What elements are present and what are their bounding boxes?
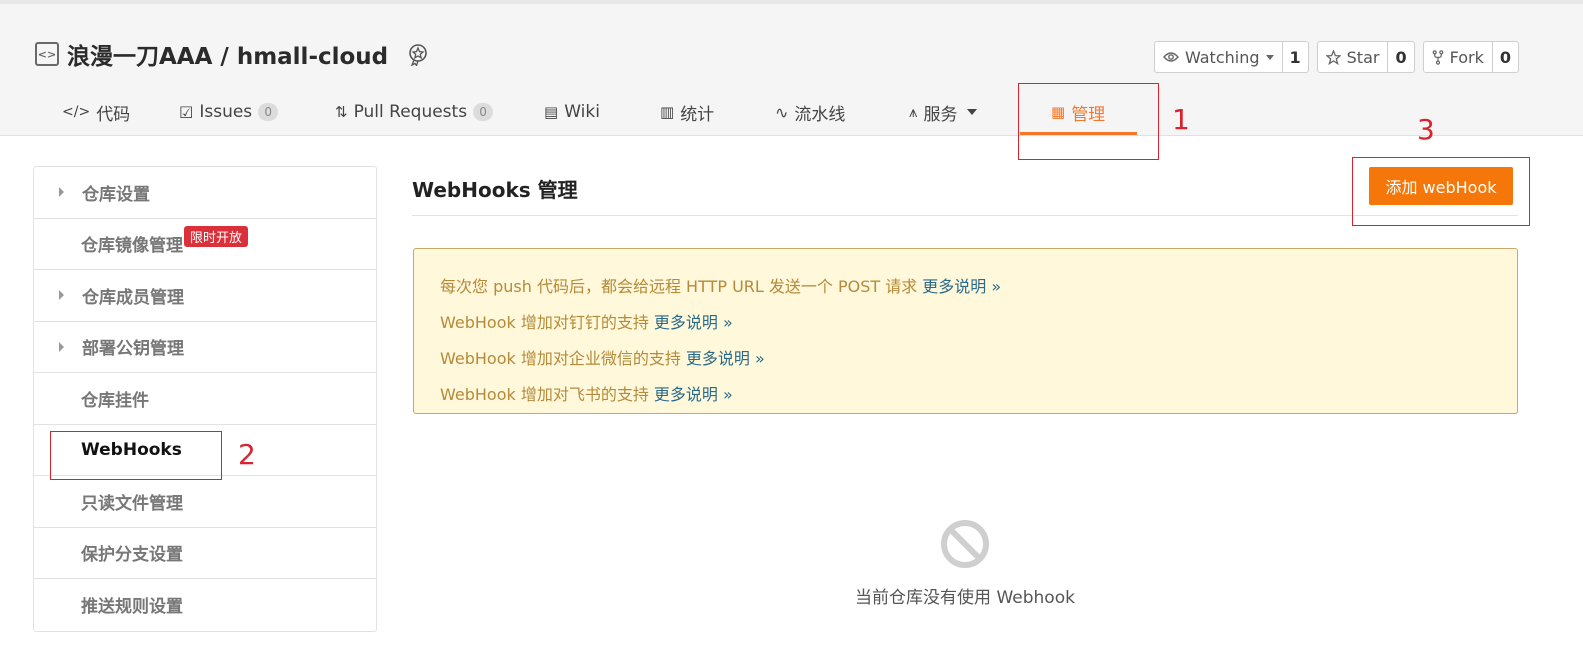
sidebar-item-members[interactable]: 仓库成员管理 (34, 270, 376, 322)
caret-right-icon (59, 187, 64, 198)
more-info-link[interactable]: 更多说明 » (654, 309, 733, 333)
info-notice: 每次您 push 代码后，都会给远程 HTTP URL 发送一个 POST 请求… (413, 248, 1518, 414)
annotation-number: 1 (1172, 103, 1190, 136)
tab-pull-requests[interactable]: ⇅ Pull Requests 0 (335, 86, 494, 138)
watch-count[interactable]: 1 (1281, 42, 1308, 72)
tab-stats-label: 统计 (680, 104, 715, 125)
info-line: WebHook 增加对飞书的支持 更多说明 » (440, 375, 1517, 411)
more-info-link[interactable]: 更多说明 » (654, 381, 733, 405)
info-line: WebHook 增加对钉钉的支持 更多说明 » (440, 303, 1517, 339)
sidebar-item-protected-branches[interactable]: 保护分支设置 (34, 528, 376, 579)
sidebar-item-widgets[interactable]: 仓库挂件 (34, 373, 376, 425)
pull-request-icon: ⇅ (335, 103, 348, 121)
tab-pipeline-label: 流水线 (794, 104, 846, 125)
sidebar-item-label: 保护分支设置 (81, 545, 183, 566)
code-square-icon: <> (35, 42, 59, 66)
tab-code-label: 代码 (96, 104, 131, 125)
settings-sidebar: 仓库设置 仓库镜像管理 限时开放 仓库成员管理 部署公钥管理 仓库挂件 WebH… (33, 166, 377, 632)
sidebar-item-label: 仓库挂件 (81, 390, 149, 411)
chart-icon: ▥ (660, 103, 675, 121)
sidebar-item-push-rules[interactable]: 推送规则设置 (34, 579, 376, 631)
sidebar-item-label: 推送规则设置 (81, 597, 183, 618)
pipeline-icon: ∿ (775, 102, 789, 122)
eye-icon (1163, 52, 1179, 62)
caret-right-icon (59, 341, 64, 352)
tab-wiki[interactable]: ▤ Wiki (544, 86, 600, 138)
watch-button[interactable]: Watching 1 (1153, 41, 1309, 73)
tab-issues-label: Issues (199, 102, 253, 122)
watch-button-main[interactable]: Watching (1155, 42, 1282, 72)
fork-button-main[interactable]: Fork (1424, 42, 1492, 72)
sidebar-item-readonly-files[interactable]: 只读文件管理 (34, 476, 376, 528)
info-text: WebHook 增加对钉钉的支持 (440, 313, 649, 332)
info-line: 每次您 push 代码后，都会给远程 HTTP URL 发送一个 POST 请求… (440, 267, 1517, 303)
star-button-main[interactable]: Star (1318, 42, 1388, 72)
annotation-box-add-webhook (1352, 157, 1530, 226)
info-text: 每次您 push 代码后，都会给远程 HTTP URL 发送一个 POST 请求 (440, 277, 918, 296)
tab-services-label: 服务 (923, 104, 958, 125)
empty-state-text: 当前仓库没有使用 Webhook (855, 588, 1075, 608)
info-line: WebHook 增加对企业微信的支持 更多说明 » (440, 339, 1517, 375)
issues-icon: ☑ (179, 102, 194, 122)
repo-actions: Watching 1 Star 0 Fork 0 (1153, 41, 1519, 73)
sidebar-item-label: 仓库镜像管理 (81, 236, 183, 257)
annotation-number: 3 (1417, 113, 1435, 146)
annotation-box-webhooks (50, 431, 222, 480)
chevron-down-icon (967, 109, 978, 115)
page-title: WebHooks 管理 (412, 178, 578, 202)
info-text: WebHook 增加对企业微信的支持 (440, 349, 681, 368)
repo-title-group: <> 浪漫一刀AAA / hmall-cloud (35, 37, 430, 71)
star-button[interactable]: Star 0 (1316, 41, 1415, 73)
tab-pipeline[interactable]: ∿ 流水线 (775, 86, 845, 138)
sidebar-item-label: 仓库成员管理 (82, 287, 184, 308)
sidebar-item-deploy-keys[interactable]: 部署公钥管理 (34, 322, 376, 373)
more-info-link[interactable]: 更多说明 » (686, 345, 765, 369)
annotation-number: 2 (238, 438, 256, 471)
more-info-link[interactable]: 更多说明 » (922, 273, 1001, 297)
star-count[interactable]: 0 (1387, 42, 1413, 72)
pull-requests-count: 0 (473, 103, 494, 121)
sidebar-item-mirror[interactable]: 仓库镜像管理 限时开放 (34, 219, 376, 270)
star-label: Star (1346, 47, 1380, 67)
fork-label: Fork (1449, 47, 1484, 67)
sidebar-item-label: 只读文件管理 (81, 493, 183, 514)
limited-badge: 限时开放 (184, 225, 249, 247)
repo-title[interactable]: 浪漫一刀AAA / hmall-cloud (67, 37, 388, 71)
tab-code[interactable]: </> 代码 (62, 86, 130, 138)
annotation-box-manage (1018, 83, 1159, 160)
chevron-down-icon (1265, 54, 1274, 60)
issues-count: 0 (258, 103, 279, 121)
watch-label: Watching (1184, 47, 1260, 67)
tab-pull-requests-label: Pull Requests (353, 102, 468, 122)
caret-right-icon (59, 290, 64, 301)
tab-stats[interactable]: ▥ 统计 (660, 86, 714, 138)
fork-count[interactable]: 0 (1491, 42, 1518, 72)
fork-button[interactable]: Fork 0 (1422, 41, 1519, 73)
repo-header: <> 浪漫一刀AAA / hmall-cloud Watching 1 Star… (0, 0, 1583, 136)
book-icon: ▤ (544, 103, 559, 121)
sidebar-item-label: 部署公钥管理 (82, 339, 184, 360)
pulse-icon: ⩚ (909, 103, 918, 121)
tab-wiki-label: Wiki (564, 102, 600, 122)
prohibited-icon (941, 520, 989, 568)
tab-issues[interactable]: ☑ Issues 0 (179, 86, 279, 138)
tab-services[interactable]: ⩚ 服务 (909, 86, 978, 138)
fork-icon (1432, 49, 1443, 65)
info-text: WebHook 增加对飞书的支持 (440, 385, 649, 404)
sidebar-item-repo-settings[interactable]: 仓库设置 (34, 167, 376, 219)
award-badge-icon[interactable] (406, 42, 430, 66)
code-icon: </> (62, 104, 91, 120)
star-icon (1325, 49, 1341, 65)
sidebar-item-label: 仓库设置 (82, 184, 150, 205)
